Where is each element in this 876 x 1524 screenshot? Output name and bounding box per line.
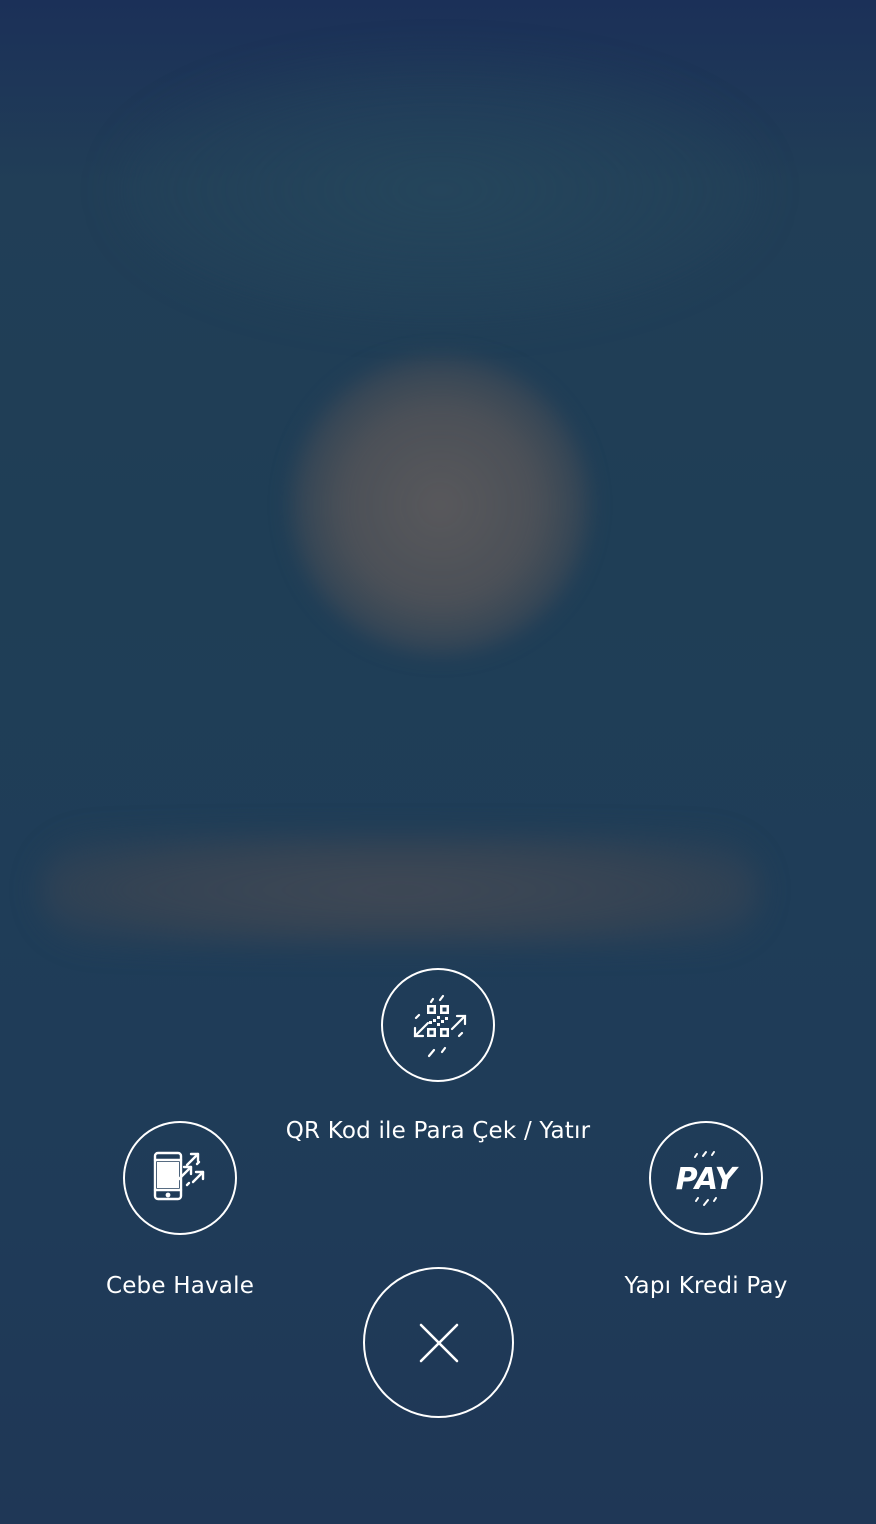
close-icon — [419, 1323, 458, 1362]
yapi-kredi-pay-button[interactable]: PAY — [649, 1121, 763, 1235]
pay-icon-text: PAY — [676, 1162, 740, 1197]
qr-label: QR Kod ile Para Çek / Yatır — [285, 1118, 591, 1144]
cebe-havale-action: Cebe Havale — [60, 1121, 300, 1299]
blurred-avatar — [290, 355, 590, 655]
qr-transfer-icon — [413, 994, 467, 1058]
qr-action: QR Kod ile Para Çek / Yatır — [238, 968, 638, 1144]
qr-button[interactable] — [381, 968, 495, 1082]
background-glow — [120, 60, 760, 320]
close-button[interactable] — [363, 1267, 514, 1418]
yapi-kredi-pay-label: Yapı Kredi Pay — [624, 1273, 788, 1299]
cebe-havale-button[interactable] — [123, 1121, 237, 1235]
pay-icon: PAY — [676, 1151, 740, 1206]
cebe-havale-label: Cebe Havale — [105, 1273, 255, 1299]
yapi-kredi-pay-action: PAY Yapı Kredi Pay — [586, 1121, 826, 1299]
blurred-bar — [40, 835, 760, 945]
phone-transfer-icon — [153, 1151, 205, 1201]
